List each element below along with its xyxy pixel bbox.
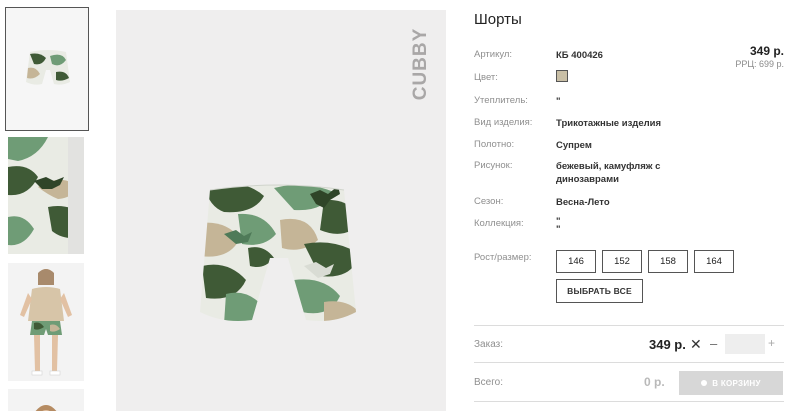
decrease-quantity-button[interactable]: –	[710, 336, 717, 351]
recommended-retail-price: РРЦ: 699 р.	[735, 59, 784, 69]
thumbnail-model-2[interactable]	[8, 389, 84, 411]
spec-value: Супрем	[556, 140, 592, 151]
spec-label: Артикул:	[474, 49, 513, 60]
main-product-image[interactable]: CUBBY	[116, 10, 446, 411]
shorts-image	[200, 184, 356, 321]
thumbnail-shorts-front[interactable]	[5, 7, 89, 131]
spec-value: КБ 400426	[556, 50, 603, 61]
spec-label: Утеплитель:	[474, 95, 528, 106]
spec-value: Весна-Лето	[556, 197, 610, 208]
total-label: Всего:	[474, 377, 503, 388]
thumbnail-fabric-closeup[interactable]	[8, 137, 84, 254]
size-option-164[interactable]: 164	[694, 250, 734, 273]
fabric-closeup-image	[8, 137, 84, 254]
total-value: 0 р.	[644, 375, 665, 389]
increase-quantity-button[interactable]: +	[768, 336, 775, 350]
size-option-146[interactable]: 146	[556, 250, 596, 273]
order-price: 349 р.	[649, 337, 686, 352]
brand-logo: CUBBY	[410, 27, 431, 101]
spec-label: Коллекция:	[474, 218, 524, 229]
model-image	[8, 263, 84, 381]
spec-label: Цвет:	[474, 72, 498, 83]
product-title: Шорты	[474, 11, 522, 28]
spec-label: Полотно:	[474, 139, 515, 150]
spec-value: " "	[556, 216, 561, 235]
spec-label: Рисунок:	[474, 160, 513, 171]
spec-label: Вид изделия:	[474, 117, 533, 128]
spec-value: Трикотажные изделия	[556, 118, 662, 129]
size-label: Рост/размер:	[474, 252, 532, 263]
add-to-cart-label: В КОРЗИНУ	[712, 378, 761, 388]
size-option-158[interactable]: 158	[648, 250, 688, 273]
add-to-cart-button[interactable]: В КОРЗИНУ	[679, 371, 783, 395]
cart-icon	[701, 380, 708, 386]
shorts-thumbnail-image	[6, 8, 88, 130]
remove-icon[interactable]: ✕	[690, 336, 702, 353]
order-label: Заказ:	[474, 339, 504, 350]
divider	[474, 325, 784, 326]
product-info-panel: Шорты 349 р. РРЦ: 699 р. Артикул: КБ 400…	[474, 0, 800, 411]
product-price: 349 р.	[749, 44, 784, 58]
divider	[474, 362, 784, 363]
model-image-2	[8, 389, 84, 411]
spec-value: бежевый, камуфляж с динозаврами	[556, 161, 661, 185]
size-option-152[interactable]: 152	[602, 250, 642, 273]
spec-label: Сезон:	[474, 196, 504, 207]
thumbnail-list	[5, 7, 89, 411]
select-all-sizes-button[interactable]: ВЫБРАТЬ ВСЕ	[556, 279, 643, 303]
divider	[474, 401, 784, 402]
thumbnail-model[interactable]	[8, 263, 84, 381]
spec-value: "	[556, 96, 561, 107]
color-swatch[interactable]	[556, 70, 568, 82]
quantity-input[interactable]	[725, 334, 765, 354]
